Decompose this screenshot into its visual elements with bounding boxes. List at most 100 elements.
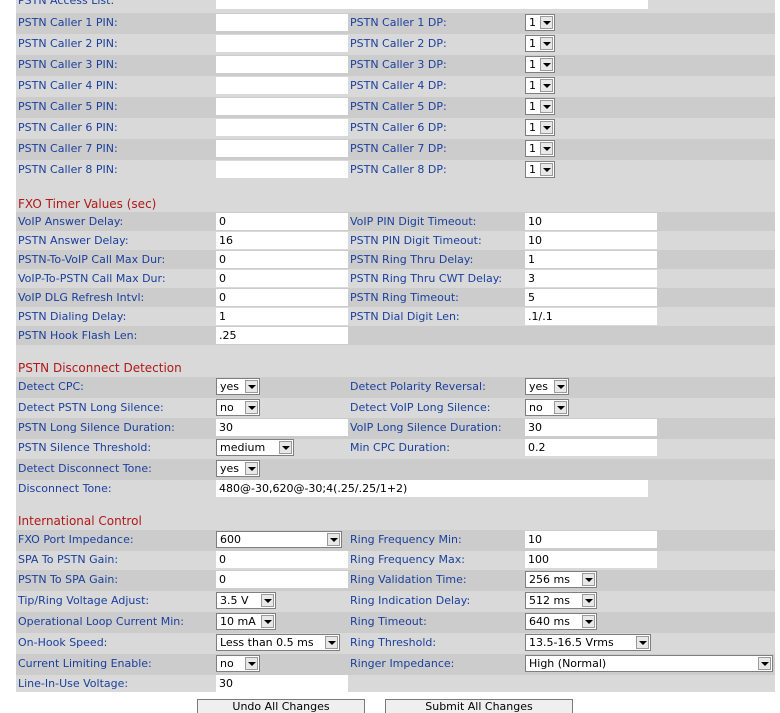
pstn-caller-row: PSTN Caller 3 PIN: PSTN Caller 3 DP: 1 [16, 55, 775, 76]
chevron-down-icon [554, 401, 567, 414]
detect-voip-long-silence-select[interactable]: no [525, 399, 569, 416]
fxo-timer-left-label: PSTN Hook Flash Len: [18, 329, 138, 342]
pstn-caller-pin-field[interactable] [216, 56, 348, 73]
ringer-impedance-select[interactable]: High (Normal) [525, 655, 773, 672]
fxo-port-impedance-value: 600 [220, 533, 241, 546]
chevron-down-icon [327, 533, 340, 546]
op-loop-current-value: 10 mA [220, 615, 256, 628]
long-silence-duration-row: PSTN Long Silence Duration: 30 VoIP Long… [16, 418, 775, 439]
fxo-port-impedance-select[interactable]: 600 [216, 531, 342, 548]
detect-cpc-select[interactable]: yes [216, 378, 260, 395]
tip-ring-voltage-select[interactable]: 3.5 V [216, 592, 276, 609]
detect-disconnect-tone-select[interactable]: yes [216, 460, 260, 477]
pstn-caller-dp-select[interactable]: 1 [525, 161, 555, 178]
fxo-timer-row: PSTN Answer Delay: 16 PSTN PIN Digit Timeo… [16, 231, 775, 250]
pstn-silence-threshold-select[interactable]: medium [216, 439, 294, 456]
fxo-timer-right-field[interactable]: 5 [525, 289, 657, 306]
current-limiting-select[interactable]: no [216, 655, 260, 672]
chevron-down-icon [245, 401, 258, 414]
voip-long-silence-duration-field[interactable]: 30 [525, 419, 657, 436]
pstn-to-spa-gain-label: PSTN To SPA Gain: [18, 573, 119, 586]
ringer-impedance-value: High (Normal) [529, 657, 607, 670]
fxo-timer-right-label: PSTN Ring Timeout: [350, 291, 459, 304]
ring-indication-delay-select[interactable]: 512 ms [525, 592, 597, 609]
op-loop-current-select[interactable]: 10 mA [216, 613, 276, 630]
pstn-caller-dp-value: 1 [529, 100, 536, 113]
fxo-timer-right-field[interactable]: 1 [525, 251, 657, 268]
spa-to-pstn-gain-field[interactable]: 0 [216, 551, 348, 568]
ring-timeout-select[interactable]: 640 ms [525, 613, 597, 630]
chevron-down-icon [636, 636, 649, 649]
fxo-timer-right-field[interactable]: 10 [525, 232, 657, 249]
fxo-timer-left-field[interactable]: 0 [216, 213, 348, 230]
fxo-timer-right-field[interactable]: .1/.1 [525, 308, 657, 325]
disconnect-tone-field[interactable]: 480@-30,620@-30;4(.25/.25/1+2) [216, 480, 648, 497]
pstn-caller-dp-select[interactable]: 1 [525, 35, 555, 52]
chevron-down-icon [540, 79, 553, 92]
silence-threshold-row: PSTN Silence Threshold: medium Min CPC D… [16, 438, 775, 459]
chevron-down-icon [325, 636, 338, 649]
pstn-caller-dp-select[interactable]: 1 [525, 140, 555, 157]
fxo-timer-left-field[interactable]: 0 [216, 251, 348, 268]
ring-validation-time-label: Ring Validation Time: [350, 573, 467, 586]
intl-row-5: Operational Loop Current Min: 10 mA Ring… [16, 612, 775, 633]
fxo-timer-left-field[interactable]: .25 [216, 327, 348, 344]
detect-polarity-select[interactable]: yes [525, 378, 569, 395]
fxo-timer-right-field[interactable]: 3 [525, 270, 657, 287]
intl-row-7: Current Limiting Enable: no Ringer Imped… [16, 654, 775, 675]
pstn-caller-pin-field[interactable] [216, 119, 348, 136]
ring-indication-delay-label: Ring Indication Delay: [350, 594, 471, 607]
pstn-caller-pin-field[interactable] [216, 77, 348, 94]
pstn-to-spa-gain-field[interactable]: 0 [216, 571, 348, 588]
fxo-timer-left-label: VoIP DLG Refresh Intvl: [18, 291, 145, 304]
line-in-use-voltage-field[interactable]: 30 [216, 675, 348, 692]
pstn-caller-dp-select[interactable]: 1 [525, 14, 555, 31]
ring-freq-min-field[interactable]: 10 [525, 531, 657, 548]
disconnect-tone-row: Disconnect Tone: 480@-30,620@-30;4(.25/.… [16, 479, 775, 500]
pstn-caller-dp-select[interactable]: 1 [525, 77, 555, 94]
fxo-timer-left-field[interactable]: 1 [216, 308, 348, 325]
fxo-timer-left-field[interactable]: 0 [216, 289, 348, 306]
fxo-timer-left-field[interactable]: 0 [216, 270, 348, 287]
chevron-down-icon [758, 657, 771, 670]
pstn-caller-dp-value: 1 [529, 142, 536, 155]
min-cpc-duration-field[interactable]: 0.2 [525, 439, 657, 456]
current-limiting-label: Current Limiting Enable: [18, 657, 152, 670]
pstn-caller-pin-field[interactable] [216, 14, 348, 31]
pstn-silence-threshold-label: PSTN Silence Threshold: [18, 441, 152, 454]
pstn-caller-pin-field[interactable] [216, 98, 348, 115]
ring-freq-max-field[interactable]: 100 [525, 551, 657, 568]
fxo-timer-right-label: PSTN Dial Digit Len: [350, 310, 460, 323]
pstn-caller-dp-select[interactable]: 1 [525, 56, 555, 73]
pstn-caller-pin-field[interactable] [216, 140, 348, 157]
fxo-timer-right-field[interactable]: 10 [525, 213, 657, 230]
spa-to-pstn-gain-label: SPA To PSTN Gain: [18, 553, 119, 566]
chevron-down-icon [245, 657, 258, 670]
detect-cpc-label: Detect CPC: [18, 380, 84, 393]
pstn-access-list-field[interactable] [216, 0, 648, 9]
pstn-silence-threshold-value: medium [220, 441, 266, 454]
on-hook-speed-select[interactable]: Less than 0.5 ms [216, 634, 340, 651]
detect-pstn-long-silence-select[interactable]: no [216, 399, 260, 416]
pstn-caller-pin-label: PSTN Caller 4 PIN: [18, 79, 118, 92]
pstn-caller-dp-select[interactable]: 1 [525, 98, 555, 115]
undo-all-changes-button[interactable]: Undo All Changes [197, 699, 365, 713]
chevron-down-icon [245, 462, 258, 475]
disconnect-section-title: PSTN Disconnect Detection [18, 361, 182, 375]
chevron-down-icon [540, 163, 553, 176]
min-cpc-duration-label: Min CPC Duration: [350, 441, 450, 454]
pstn-long-silence-duration-field[interactable]: 30 [216, 419, 348, 436]
fxo-timer-row: VoIP Answer Delay: 0 VoIP PIN Digit Timeou… [16, 212, 775, 231]
pstn-caller-pin-field[interactable] [216, 161, 348, 178]
pstn-caller-pin-field[interactable] [216, 35, 348, 52]
fxo-timer-left-field[interactable]: 16 [216, 232, 348, 249]
fxo-timer-right-label: PSTN Ring Thru CWT Delay: [350, 272, 503, 285]
ring-threshold-label: Ring Threshold: [350, 636, 437, 649]
pstn-caller-dp-select[interactable]: 1 [525, 119, 555, 136]
pstn-caller-dp-value: 1 [529, 37, 536, 50]
submit-all-changes-button[interactable]: Submit All Changes [385, 699, 573, 713]
ring-validation-time-select[interactable]: 256 ms [525, 571, 597, 588]
ring-threshold-select[interactable]: 13.5-16.5 Vrms [525, 634, 651, 651]
chevron-down-icon [261, 594, 274, 607]
pstn-caller-row: PSTN Caller 6 PIN: PSTN Caller 6 DP: 1 [16, 118, 775, 139]
